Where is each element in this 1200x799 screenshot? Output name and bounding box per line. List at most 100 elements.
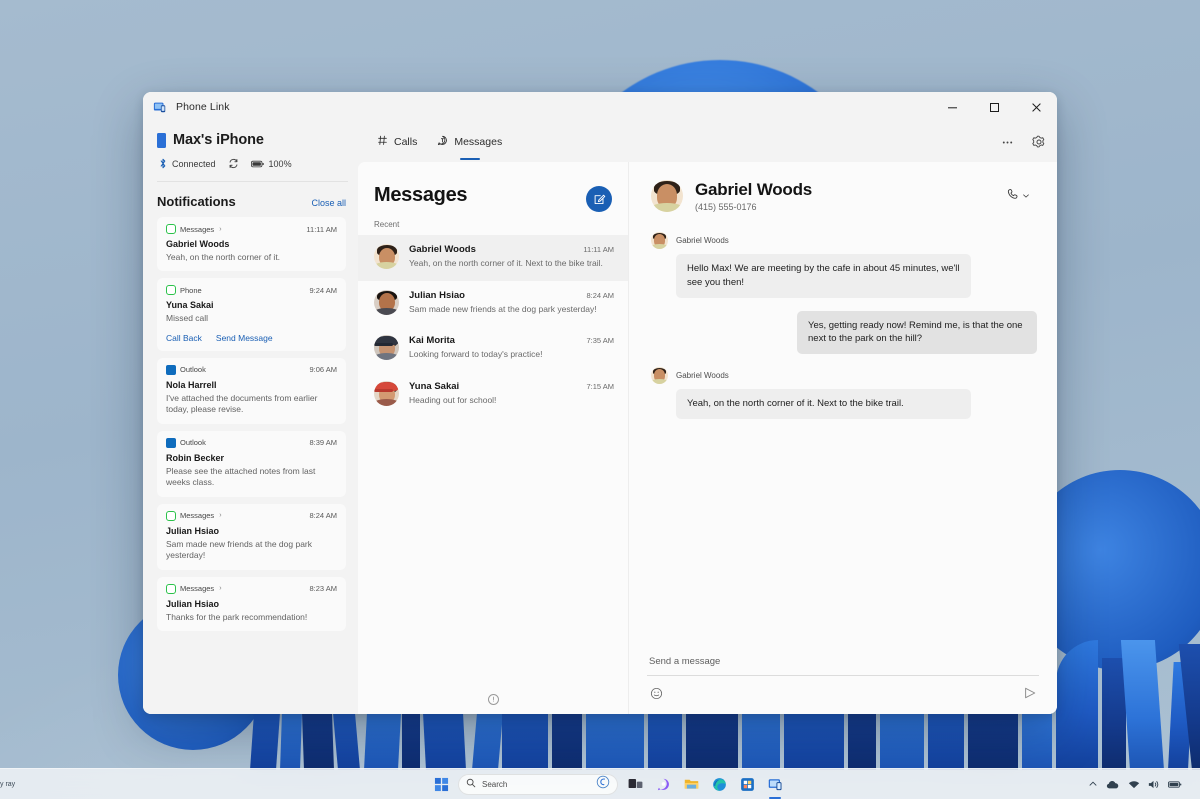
maximize-button[interactable] [973,92,1015,122]
settings-gear-icon[interactable] [1025,128,1053,156]
info-circle-icon[interactable] [487,693,499,705]
thread-list-item[interactable]: Kai Morita 7:35 AM Looking forward to toda… [358,326,628,372]
notification-time: 8:39 AM [309,438,337,448]
taskview-button[interactable] [624,773,646,795]
tab-messages-label: Messages [454,136,503,148]
copilot-icon[interactable] [596,775,610,794]
start-button[interactable] [430,773,452,795]
file-explorer-button[interactable] [680,773,702,795]
notification-body: Sam made new friends at the dog park yes… [166,538,312,561]
panes-container: Messages Recent Gabriel Woods 11:11 AM Yea… [358,162,1057,714]
notification-app-label: Messages [180,584,215,594]
thread-list[interactable]: Gabriel Woods 11:11 AM Yeah, on the north … [358,235,628,684]
search-icon [466,775,476,793]
messages-list-pane: Messages Recent Gabriel Woods 11:11 AM Yea… [358,162,629,714]
chat-button[interactable] [652,773,674,795]
device-rail: Max's iPhone Connected 100% Notification… [143,122,358,714]
window-title: Phone Link [176,101,230,113]
notification-body: Missed call [166,313,209,324]
close-button[interactable] [1015,92,1057,122]
battery-icon[interactable] [1167,780,1182,789]
conversation-pane: Gabriel Woods (415) 555-0176 Gabriel Woo… [629,162,1057,714]
connection-status-label: Connected [172,158,216,169]
thread-name: Julian Hsiao [409,289,465,301]
call-contact-button[interactable] [1000,182,1037,210]
thread-list-item[interactable]: Gabriel Woods 11:11 AM Yeah, on the north … [358,235,628,281]
taskbar-search-box[interactable]: Search [458,773,618,795]
message-input[interactable] [649,656,1037,667]
message-bubble[interactable]: Hello Max! We are meeting by the cafe in… [676,254,971,298]
notification-action-call-back[interactable]: Call Back [166,333,202,343]
message-bubble[interactable]: Yeah, on the north corner of it. Next to… [676,389,971,419]
notification-header: Phone 9:24 AM [166,285,337,296]
window-body: Max's iPhone Connected 100% Notification… [143,122,1057,714]
thread-time: 7:15 AM [586,382,614,392]
incoming-message: Gabriel Woods Hello Max! We are meeting b… [651,232,1037,298]
notifications-list[interactable]: Messages › 11:11 AM Gabriel Woods Yeah, on t… [157,217,350,714]
thread-name: Gabriel Woods [409,244,476,255]
send-message-button[interactable] [1021,684,1039,702]
notification-card[interactable]: Messages › 11:11 AM Gabriel Woods Yeah, on t… [157,217,346,272]
notification-app: Messages › [166,510,222,521]
chevron-right-icon: › [219,225,222,233]
thread-header: Yuna Sakai 7:15 AM [409,381,614,392]
chevron-down-icon [1022,187,1030,205]
notification-header: Outlook 8:39 AM [166,437,337,448]
thread-name: Yuna Sakai [409,381,460,393]
tab-calls[interactable]: Calls [367,126,427,158]
conversation-header: Gabriel Woods (415) 555-0176 [629,162,1057,226]
chevron-right-icon: › [219,585,222,593]
show-hidden-icons-button[interactable] [1088,779,1098,789]
notification-app-label: Messages [180,511,215,521]
notification-card[interactable]: Outlook 8:39 AM Robin Becker Please see the… [157,430,346,497]
tab-messages[interactable]: Messages [427,126,512,160]
composer-toolbar [647,684,1039,702]
message-bubble[interactable]: Yes, getting ready now! Remind me, is th… [797,310,1037,355]
composer-input-row[interactable] [647,645,1039,676]
notification-body: Yeah, on the north corner of it. [166,252,281,262]
edge-button[interactable] [708,773,730,795]
notification-sender: Nola Harrell [166,379,217,390]
volume-icon[interactable] [1148,779,1160,790]
notification-sender: Gabriel Woods [166,239,230,249]
more-options-button[interactable] [993,128,1021,156]
message-sender-avatar [651,232,668,249]
notification-card[interactable]: Messages › 8:23 AM Julian Hsiao Thanks for t… [157,576,346,632]
notification-sender: Yuna Sakai [166,300,214,311]
notification-sender: Julian Hsiao [166,525,220,536]
outlook-app-icon [166,364,176,375]
new-message-button[interactable] [586,186,612,212]
windows-taskbar: y ray Search [0,768,1200,799]
wifi-icon[interactable] [1128,779,1140,790]
conversation-messages[interactable]: Gabriel Woods Hello Max! We are meeting b… [629,226,1057,645]
thread-list-item[interactable]: Julian Hsiao 8:24 AM Sam made new friends … [358,281,628,327]
notification-card[interactable]: Messages › 8:24 AM Julian Hsiao Sam made new… [157,503,346,570]
notification-header: Outlook 9:06 AM [166,364,337,375]
contact-avatar [651,180,683,212]
refresh-icon [228,158,239,169]
outlook-app-icon [166,437,176,448]
messages-pane-header: Messages [358,162,628,212]
clock-area[interactable] [1190,779,1192,789]
messages-pane-footer [358,684,628,714]
onedrive-icon[interactable] [1106,779,1120,790]
notification-app-label: Outlook [180,438,206,448]
notification-card[interactable]: Outlook 9:06 AM Nola Harrell I've attached … [157,357,346,424]
dialpad-icon [377,135,388,149]
system-tray [1000,779,1200,790]
thread-list-item[interactable]: Yuna Sakai 7:15 AM Heading out for school! [358,372,628,418]
window-titlebar[interactable]: Phone Link [143,92,1057,122]
messages-app-icon [166,510,176,521]
sync-button[interactable] [228,158,239,169]
notification-app: Messages › [166,583,222,594]
emoji-icon[interactable] [647,684,665,702]
chat-bubble-icon [437,135,448,149]
bluetooth-icon [159,158,167,169]
minimize-button[interactable] [931,92,973,122]
notification-action-send-message[interactable]: Send Message [216,333,273,343]
thread-avatar [374,335,399,361]
store-button[interactable] [736,773,758,795]
notification-card[interactable]: Phone 9:24 AM Yuna Sakai Missed call Call Ba… [157,278,346,351]
close-all-notifications-button[interactable]: Close all [311,198,346,208]
phone-link-taskbar-button[interactable] [764,773,786,795]
